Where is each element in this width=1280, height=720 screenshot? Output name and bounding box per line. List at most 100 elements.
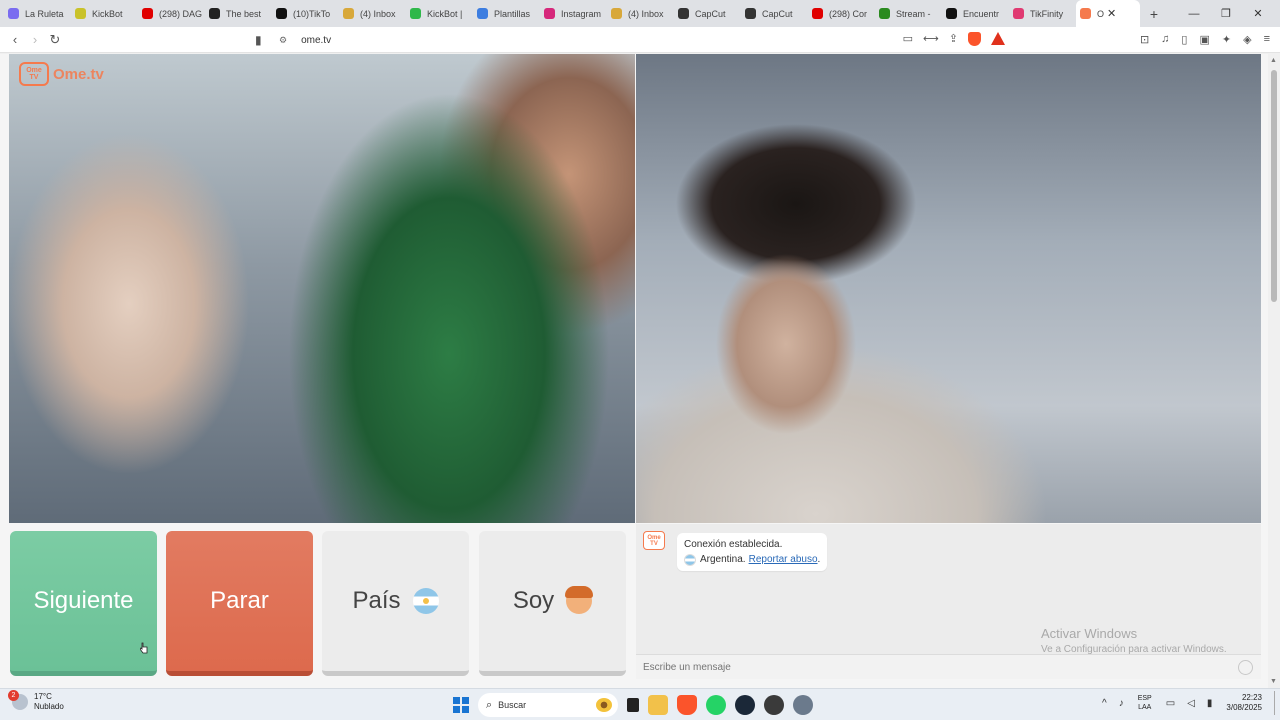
- clock[interactable]: 22:23 3/08/2025: [1226, 693, 1262, 713]
- address-bar[interactable]: ▮ ⚙ ome.tv: [255, 30, 1005, 50]
- close-tab-icon[interactable]: ✕: [1107, 7, 1116, 20]
- file-explorer-icon[interactable]: [648, 695, 668, 715]
- browser-tab[interactable]: Instagram: [540, 0, 607, 27]
- brave-shield-icon[interactable]: [968, 32, 981, 46]
- forward-icon[interactable]: ›: [25, 32, 45, 47]
- browser-tab[interactable]: (4) Inbox: [607, 0, 674, 27]
- stranger-video: Ome TV Ome.tv: [9, 54, 635, 523]
- emoji-icon[interactable]: [1238, 660, 1253, 675]
- tab-favicon-icon: [946, 8, 957, 19]
- obs-icon[interactable]: [764, 695, 784, 715]
- scroll-thumb[interactable]: [1271, 70, 1277, 302]
- tab-active-ometv[interactable]: O ✕: [1076, 0, 1140, 27]
- sidebar-icon[interactable]: ▯: [1181, 33, 1187, 46]
- vpn-icon[interactable]: ◈: [1243, 33, 1251, 46]
- browser-tab[interactable]: Encuentr: [942, 0, 1009, 27]
- address-bar-actions: ▭ ⟷ ⇪: [903, 32, 1005, 46]
- browser-tab[interactable]: KickBot |: [406, 0, 473, 27]
- browser-tab[interactable]: CapCut: [741, 0, 808, 27]
- chat-input-bar: [636, 654, 1261, 679]
- chat-message-input[interactable]: [643, 661, 1203, 673]
- tab-label: CapCut: [695, 8, 726, 19]
- weather-widget[interactable]: 2 17°C Nublado: [8, 690, 64, 712]
- report-abuse-link[interactable]: Reportar abuso: [749, 552, 818, 567]
- translate-icon[interactable]: ⟷: [923, 32, 939, 46]
- task-view-icon[interactable]: [627, 698, 639, 712]
- tab-label: (298) DAG: [159, 8, 203, 19]
- tab-favicon-icon: [410, 8, 421, 19]
- browser-tab[interactable]: TikFinity: [1009, 0, 1076, 27]
- tab-favicon-icon: [678, 8, 689, 19]
- scroll-down-icon[interactable]: ▼: [1270, 678, 1277, 685]
- browser-extensions: ⊡ ♫ ▯ ▣ ✦ ◈ ≡: [1140, 33, 1270, 46]
- music-icon[interactable]: ♫: [1161, 33, 1169, 46]
- share-icon[interactable]: ⇪: [949, 32, 958, 46]
- tab-favicon-icon: [276, 8, 287, 19]
- brave-rewards-icon[interactable]: [991, 32, 1005, 45]
- tab-favicon-icon: [8, 8, 19, 19]
- connection-status: Conexión establecida.: [684, 539, 783, 550]
- tab-favicon-icon: [544, 8, 555, 19]
- tab-label: KickBot |: [427, 8, 463, 19]
- gender-button[interactable]: Soy: [479, 531, 626, 676]
- screen-cast-icon[interactable]: ▭: [903, 32, 913, 46]
- brave-browser-icon[interactable]: [677, 695, 697, 715]
- input-language[interactable]: ESP LAA: [1138, 694, 1152, 712]
- browser-tab[interactable]: La Ruleta: [4, 0, 71, 27]
- tab-favicon-icon: [879, 8, 890, 19]
- show-desktop-button[interactable]: [1274, 691, 1280, 715]
- gender-button-label: Soy: [512, 587, 555, 614]
- leo-ai-icon[interactable]: ✦: [1222, 33, 1231, 46]
- tab-label: TikFinity: [1030, 8, 1064, 19]
- whatsapp-icon[interactable]: [706, 695, 726, 715]
- microphone-icon[interactable]: ♪: [1119, 698, 1124, 709]
- battery-icon[interactable]: ▮: [1207, 698, 1213, 709]
- browser-tab[interactable]: The best: [205, 0, 272, 27]
- tab-label: (298) Cor: [829, 8, 868, 19]
- taskbar-search[interactable]: ⌕ Buscar: [478, 693, 618, 717]
- browser-tab[interactable]: (298) DAG: [138, 0, 205, 27]
- browser-tab[interactable]: KickBot: [71, 0, 138, 27]
- reload-icon[interactable]: ↻: [45, 32, 65, 48]
- minimize-icon[interactable]: —: [1178, 8, 1210, 20]
- steam-icon[interactable]: [735, 695, 755, 715]
- tab-favicon-icon: [812, 8, 823, 19]
- url-text[interactable]: ome.tv: [301, 35, 331, 46]
- settings-gear-icon[interactable]: [793, 695, 813, 715]
- browser-tab[interactable]: (10)TikTo: [272, 0, 339, 27]
- maximize-icon[interactable]: ❐: [1210, 7, 1242, 20]
- language-code: ESP: [1137, 695, 1152, 702]
- tab-label: (4) Inbox: [360, 8, 396, 19]
- back-icon[interactable]: ‹: [5, 32, 25, 47]
- ometv-chat-icon: Ome TV: [643, 531, 665, 550]
- site-info-icon[interactable]: ⚙: [279, 35, 287, 46]
- tab-label: The best: [226, 8, 262, 19]
- page-scrollbar[interactable]: ▲ ▼: [1268, 54, 1280, 688]
- bookmark-icon[interactable]: ▮: [255, 33, 273, 47]
- browser-tab[interactable]: (298) Cor: [808, 0, 875, 27]
- next-button[interactable]: Siguiente: [10, 531, 157, 676]
- wallet-icon[interactable]: ▣: [1199, 33, 1209, 46]
- notification-badge: 2: [8, 690, 19, 701]
- browser-tab[interactable]: Stream -: [875, 0, 942, 27]
- browser-tab[interactable]: Plantillas: [473, 0, 540, 27]
- tab-favicon-icon: [142, 8, 153, 19]
- country-button[interactable]: País: [322, 531, 469, 676]
- ometv-page: Ome TV Ome.tv Siguiente Parar País Soy Om…: [0, 54, 1280, 688]
- close-window-icon[interactable]: ✕: [1242, 7, 1274, 20]
- argentina-flag-icon: [412, 588, 439, 614]
- scroll-up-icon[interactable]: ▲: [1270, 57, 1277, 64]
- next-button-label: Siguiente: [33, 587, 134, 614]
- network-icon[interactable]: ▭: [1166, 698, 1175, 709]
- new-tab-button[interactable]: +: [1144, 6, 1164, 22]
- browser-tab[interactable]: CapCut: [674, 0, 741, 27]
- windows-start-icon[interactable]: [453, 697, 469, 713]
- volume-icon[interactable]: ◁: [1187, 698, 1195, 709]
- screenshot-icon[interactable]: ⊡: [1140, 33, 1149, 46]
- show-hidden-icons[interactable]: ^: [1102, 698, 1107, 709]
- browser-tab[interactable]: (4) Inbox: [339, 0, 406, 27]
- sunflower-icon: [596, 698, 612, 712]
- menu-icon[interactable]: ≡: [1264, 33, 1270, 46]
- stop-button[interactable]: Parar: [166, 531, 313, 676]
- tab-favicon-icon: [1013, 8, 1024, 19]
